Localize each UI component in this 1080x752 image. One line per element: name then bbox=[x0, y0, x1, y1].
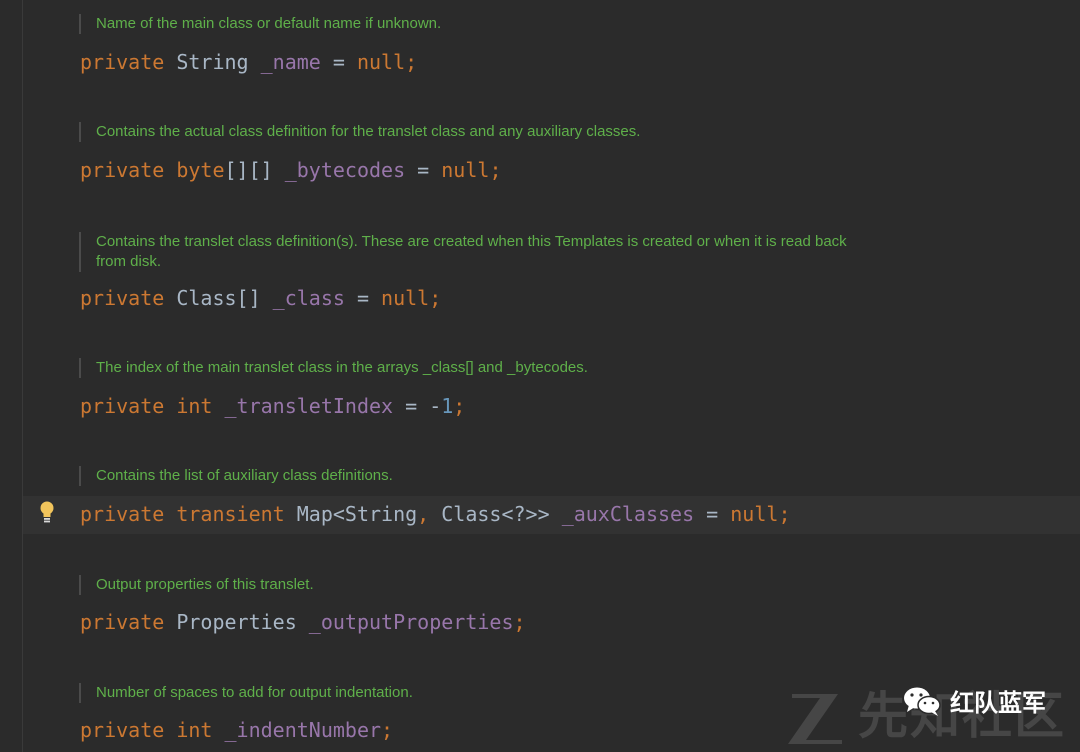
code-token: int bbox=[176, 718, 225, 742]
code-token: _bytecodes bbox=[284, 158, 406, 182]
doc-comment: Contains the actual class definition for… bbox=[79, 122, 856, 142]
code-token: String bbox=[176, 50, 261, 74]
code-token: _outputProperties bbox=[308, 610, 514, 634]
account-name: 红队蓝军 bbox=[950, 689, 1046, 717]
code-line[interactable]: private Class[] _class = null; bbox=[80, 280, 441, 316]
code-token: null bbox=[381, 286, 430, 310]
code-token: ; bbox=[381, 718, 394, 742]
code-token: = - bbox=[393, 394, 442, 418]
code-token: private bbox=[80, 286, 177, 310]
code-token: ; bbox=[453, 394, 466, 418]
code-token: int bbox=[176, 394, 225, 418]
code-token: ; bbox=[405, 50, 418, 74]
code-token: private bbox=[80, 610, 177, 634]
code-token: ; bbox=[489, 158, 502, 182]
code-token: ; bbox=[513, 610, 526, 634]
code-token: private bbox=[80, 502, 177, 526]
doc-comment: Contains the list of auxiliary class def… bbox=[79, 466, 856, 486]
xz-logo-icon bbox=[788, 694, 842, 744]
code-token: private bbox=[80, 394, 177, 418]
gutter-divider bbox=[22, 0, 23, 752]
code-token: ; bbox=[429, 286, 442, 310]
code-token: null bbox=[441, 158, 490, 182]
code-line[interactable]: private String _name = null; bbox=[80, 44, 417, 80]
code-line[interactable]: private byte[][] _bytecodes = null; bbox=[80, 152, 501, 188]
code-token: Class<?>> bbox=[441, 502, 562, 526]
code-token: ; bbox=[778, 502, 791, 526]
code-token: _transletIndex bbox=[224, 394, 394, 418]
lightbulb-icon[interactable] bbox=[38, 500, 56, 526]
code-token: _auxClasses bbox=[561, 502, 695, 526]
code-token: = bbox=[694, 502, 731, 526]
code-token: Properties bbox=[176, 610, 309, 634]
code-token: 1 bbox=[441, 394, 454, 418]
wechat-icon bbox=[904, 687, 941, 716]
code-token: null bbox=[730, 502, 779, 526]
code-token: _name bbox=[260, 50, 321, 74]
code-token: = bbox=[344, 286, 382, 310]
doc-comment: Number of spaces to add for output inden… bbox=[79, 683, 856, 703]
code-token: private bbox=[80, 718, 177, 742]
code-line[interactable]: private transient Map<String, Class<?>> … bbox=[80, 496, 790, 532]
code-token: _indentNumber bbox=[224, 718, 382, 742]
code-line[interactable]: private int _transletIndex = -1; bbox=[80, 388, 465, 424]
code-line[interactable]: private int _indentNumber; bbox=[80, 712, 393, 748]
code-token: byte bbox=[176, 158, 225, 182]
doc-comment: Name of the main class or default name i… bbox=[79, 14, 856, 34]
doc-comment: Output properties of this translet. bbox=[79, 575, 856, 595]
code-editor[interactable]: Name of the main class or default name i… bbox=[0, 0, 1080, 752]
watermark-account: 红队蓝军 bbox=[902, 683, 1046, 718]
doc-comment: The index of the main translet class in … bbox=[79, 358, 856, 378]
doc-comment: Contains the translet class definition(s… bbox=[79, 232, 856, 272]
code-token: Map<String bbox=[296, 502, 418, 526]
code-token: private bbox=[80, 158, 177, 182]
code-token: [][] bbox=[224, 158, 285, 182]
code-token: Class[] bbox=[176, 286, 273, 310]
code-token: private bbox=[80, 50, 177, 74]
code-token: null bbox=[356, 50, 406, 74]
code-token: _class bbox=[272, 286, 345, 310]
code-token: = bbox=[320, 50, 357, 74]
code-token: transient bbox=[176, 502, 297, 526]
code-line[interactable]: private Properties _outputProperties; bbox=[80, 604, 526, 640]
code-token: = bbox=[405, 158, 442, 182]
code-token: , bbox=[417, 502, 442, 526]
